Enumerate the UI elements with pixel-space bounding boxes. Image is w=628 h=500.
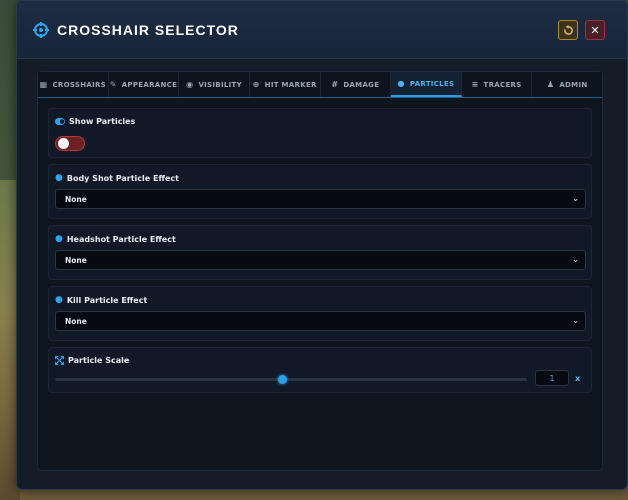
window-title: CROSSHAIR SELECTOR <box>57 22 239 38</box>
headshot-select[interactable]: None ⌄ <box>55 250 586 270</box>
body-shot-value: None <box>65 194 87 204</box>
tab-label: PARTICLES <box>409 79 455 88</box>
tab-crosshairs[interactable]: ▦ CROSSHAIRS <box>38 72 109 97</box>
target-icon: ⊕ <box>252 80 260 89</box>
tab-label: HIT MARKER <box>264 80 317 89</box>
tab-label: TRACERS <box>483 80 522 89</box>
tab-admin[interactable]: ♟ ADMIN <box>532 72 602 97</box>
headshot-label: Headshot Particle Effect <box>66 234 176 244</box>
crosshair-selector-window: CROSSHAIR SELECTOR ✕ ▦ CROSSHAIRS ✎ APPEARA… <box>16 0 628 490</box>
crosshair-icon <box>33 22 49 38</box>
drop-icon: ● <box>397 79 405 88</box>
slider-thumb[interactable] <box>277 375 287 384</box>
tab-hit-marker[interactable]: ⊕ HIT MARKER <box>250 72 321 97</box>
body-shot-panel: ● Body Shot Particle Effect None ⌄ <box>48 164 592 219</box>
particle-scale-label: Particle Scale <box>68 356 130 365</box>
close-icon: ✕ <box>590 23 600 37</box>
kill-label: Kill Particle Effect <box>66 295 148 305</box>
hash-icon: # <box>331 80 339 89</box>
chevron-down-icon: ⌄ <box>572 316 579 325</box>
drop-icon: ● <box>55 295 63 305</box>
particle-scale-input[interactable]: 1 <box>535 370 569 386</box>
tab-label: DAMAGE <box>343 80 380 89</box>
tab-bar: ▦ CROSSHAIRS ✎ APPEARANCE ◉ VISIBILITY ⊕ HIT MA… <box>38 72 602 98</box>
tab-label: APPEARANCE <box>121 80 178 89</box>
body-shot-label: Body Shot Particle Effect <box>66 173 179 183</box>
settings-content: ▦ CROSSHAIRS ✎ APPEARANCE ◉ VISIBILITY ⊕ HIT MA… <box>37 71 603 471</box>
grid-icon: ▦ <box>39 80 48 89</box>
body-shot-select[interactable]: None ⌄ <box>55 189 586 209</box>
particle-scale-slider[interactable] <box>55 375 527 384</box>
headshot-value: None <box>65 255 87 265</box>
eye-icon: ◉ <box>186 80 194 89</box>
reset-button[interactable] <box>558 20 578 40</box>
tab-appearance[interactable]: ✎ APPEARANCE <box>109 72 180 97</box>
drop-icon: ● <box>55 173 63 183</box>
drop-icon: ● <box>55 234 63 244</box>
reset-icon <box>563 24 573 35</box>
particle-scale-unit: x <box>575 374 581 383</box>
user-gear-icon: ♟ <box>546 80 555 89</box>
tab-visibility[interactable]: ◉ VISIBILITY <box>179 72 250 97</box>
tab-particles[interactable]: ● PARTICLES <box>391 72 462 97</box>
show-particles-label: Show Particles <box>69 117 136 126</box>
kill-value: None <box>65 316 87 326</box>
show-particles-toggle[interactable] <box>55 136 85 151</box>
title-bar: CROSSHAIR SELECTOR ✕ <box>17 1 627 59</box>
chevron-down-icon: ⌄ <box>572 194 579 203</box>
kill-select[interactable]: None ⌄ <box>55 311 586 331</box>
particle-scale-value: 1 <box>549 373 555 383</box>
particle-scale-panel: Particle Scale 1 x <box>48 347 592 393</box>
toggle-knob <box>58 138 69 149</box>
expand-icon <box>55 356 64 365</box>
close-button[interactable]: ✕ <box>585 20 605 40</box>
bars-icon: ≡ <box>471 80 479 89</box>
tab-tracers[interactable]: ≡ TRACERS <box>462 72 533 97</box>
brush-icon: ✎ <box>109 80 117 89</box>
tab-label: ADMIN <box>559 80 588 89</box>
tab-damage[interactable]: # DAMAGE <box>321 72 392 97</box>
tab-label: CROSSHAIRS <box>52 80 107 89</box>
kill-panel: ● Kill Particle Effect None ⌄ <box>48 286 592 341</box>
toggle-icon <box>55 118 65 125</box>
chevron-down-icon: ⌄ <box>572 255 579 264</box>
show-particles-panel: Show Particles <box>48 108 592 158</box>
headshot-panel: ● Headshot Particle Effect None ⌄ <box>48 225 592 280</box>
tab-label: VISIBILITY <box>198 80 242 89</box>
